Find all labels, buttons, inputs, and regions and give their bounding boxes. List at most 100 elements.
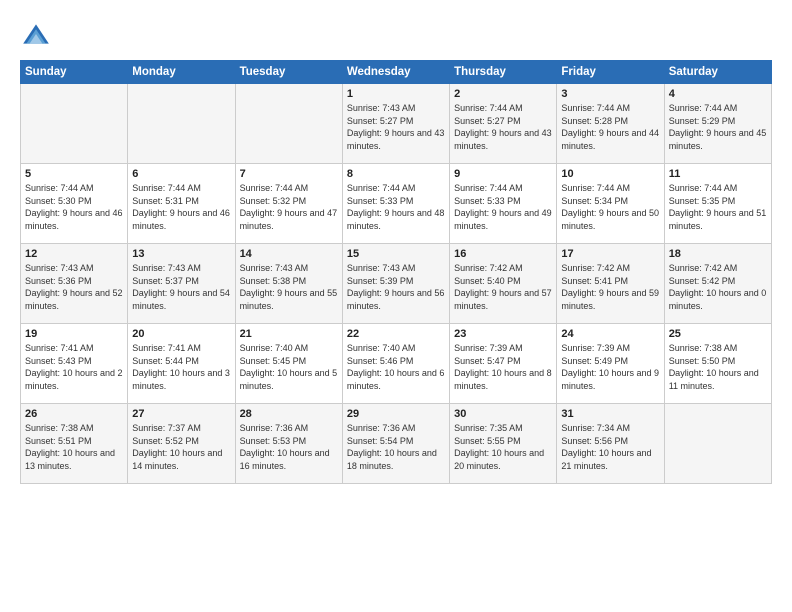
- day-info: Sunrise: 7:38 AM Sunset: 5:51 PM Dayligh…: [25, 422, 123, 472]
- day-number: 14: [240, 248, 338, 260]
- day-number: 11: [669, 168, 767, 180]
- day-number: 1: [347, 88, 445, 100]
- day-number: 23: [454, 328, 552, 340]
- day-info: Sunrise: 7:42 AM Sunset: 5:40 PM Dayligh…: [454, 262, 552, 312]
- day-cell: 9 Sunrise: 7:44 AM Sunset: 5:33 PM Daylig…: [450, 164, 557, 244]
- week-row-1: 1 Sunrise: 7:43 AM Sunset: 5:27 PM Daylig…: [21, 84, 772, 164]
- day-number: 8: [347, 168, 445, 180]
- day-cell: 20 Sunrise: 7:41 AM Sunset: 5:44 PM Dayli…: [128, 324, 235, 404]
- day-cell: 3 Sunrise: 7:44 AM Sunset: 5:28 PM Daylig…: [557, 84, 664, 164]
- day-info: Sunrise: 7:43 AM Sunset: 5:27 PM Dayligh…: [347, 102, 445, 152]
- day-number: 26: [25, 408, 123, 420]
- weekday-header-row: SundayMondayTuesdayWednesdayThursdayFrid…: [21, 61, 772, 84]
- logo: [20, 18, 56, 50]
- day-info: Sunrise: 7:43 AM Sunset: 5:36 PM Dayligh…: [25, 262, 123, 312]
- day-info: Sunrise: 7:35 AM Sunset: 5:55 PM Dayligh…: [454, 422, 552, 472]
- day-cell: 28 Sunrise: 7:36 AM Sunset: 5:53 PM Dayli…: [235, 404, 342, 484]
- day-info: Sunrise: 7:37 AM Sunset: 5:52 PM Dayligh…: [132, 422, 230, 472]
- day-number: 28: [240, 408, 338, 420]
- day-info: Sunrise: 7:44 AM Sunset: 5:35 PM Dayligh…: [669, 182, 767, 232]
- day-info: Sunrise: 7:43 AM Sunset: 5:39 PM Dayligh…: [347, 262, 445, 312]
- day-info: Sunrise: 7:38 AM Sunset: 5:50 PM Dayligh…: [669, 342, 767, 392]
- header: [20, 18, 772, 50]
- day-number: 16: [454, 248, 552, 260]
- day-info: Sunrise: 7:36 AM Sunset: 5:53 PM Dayligh…: [240, 422, 338, 472]
- day-number: 22: [347, 328, 445, 340]
- day-info: Sunrise: 7:44 AM Sunset: 5:28 PM Dayligh…: [561, 102, 659, 152]
- day-cell: 23 Sunrise: 7:39 AM Sunset: 5:47 PM Dayli…: [450, 324, 557, 404]
- weekday-header-thursday: Thursday: [450, 61, 557, 84]
- day-number: 3: [561, 88, 659, 100]
- day-cell: 5Sunrise: 7:44 AM Sunset: 5:30 PM Daylig…: [21, 164, 128, 244]
- day-number: 18: [669, 248, 767, 260]
- day-cell: 1 Sunrise: 7:43 AM Sunset: 5:27 PM Daylig…: [342, 84, 449, 164]
- day-cell: 21Sunrise: 7:40 AM Sunset: 5:45 PM Dayli…: [235, 324, 342, 404]
- day-cell: 22 Sunrise: 7:40 AM Sunset: 5:46 PM Dayli…: [342, 324, 449, 404]
- day-cell: 12 Sunrise: 7:43 AM Sunset: 5:36 PM Dayli…: [21, 244, 128, 324]
- day-cell: 14 Sunrise: 7:43 AM Sunset: 5:38 PM Dayli…: [235, 244, 342, 324]
- day-info: Sunrise: 7:44 AM Sunset: 5:31 PM Dayligh…: [132, 182, 230, 232]
- day-info: Sunrise: 7:41 AM Sunset: 5:43 PM Dayligh…: [25, 342, 123, 392]
- day-cell: [664, 404, 771, 484]
- day-number: 29: [347, 408, 445, 420]
- week-row-3: 12 Sunrise: 7:43 AM Sunset: 5:36 PM Dayli…: [21, 244, 772, 324]
- day-cell: [21, 84, 128, 164]
- day-cell: 17Sunrise: 7:42 AM Sunset: 5:41 PM Dayli…: [557, 244, 664, 324]
- weekday-header-friday: Friday: [557, 61, 664, 84]
- day-cell: 25 Sunrise: 7:38 AM Sunset: 5:50 PM Dayli…: [664, 324, 771, 404]
- day-info: Sunrise: 7:44 AM Sunset: 5:30 PM Dayligh…: [25, 182, 123, 232]
- day-cell: 7 Sunrise: 7:44 AM Sunset: 5:32 PM Daylig…: [235, 164, 342, 244]
- day-cell: 16 Sunrise: 7:42 AM Sunset: 5:40 PM Dayli…: [450, 244, 557, 324]
- day-info: Sunrise: 7:34 AM Sunset: 5:56 PM Dayligh…: [561, 422, 659, 472]
- week-row-4: 19Sunrise: 7:41 AM Sunset: 5:43 PM Dayli…: [21, 324, 772, 404]
- day-cell: 31 Sunrise: 7:34 AM Sunset: 5:56 PM Dayli…: [557, 404, 664, 484]
- day-info: Sunrise: 7:43 AM Sunset: 5:38 PM Dayligh…: [240, 262, 338, 312]
- week-row-2: 5Sunrise: 7:44 AM Sunset: 5:30 PM Daylig…: [21, 164, 772, 244]
- day-info: Sunrise: 7:41 AM Sunset: 5:44 PM Dayligh…: [132, 342, 230, 392]
- day-info: Sunrise: 7:42 AM Sunset: 5:42 PM Dayligh…: [669, 262, 767, 312]
- day-cell: 13 Sunrise: 7:43 AM Sunset: 5:37 PM Dayli…: [128, 244, 235, 324]
- day-info: Sunrise: 7:44 AM Sunset: 5:34 PM Dayligh…: [561, 182, 659, 232]
- day-info: Sunrise: 7:43 AM Sunset: 5:37 PM Dayligh…: [132, 262, 230, 312]
- day-number: 30: [454, 408, 552, 420]
- day-number: 4: [669, 88, 767, 100]
- weekday-header-monday: Monday: [128, 61, 235, 84]
- day-number: 20: [132, 328, 230, 340]
- weekday-header-sunday: Sunday: [21, 61, 128, 84]
- day-cell: 10 Sunrise: 7:44 AM Sunset: 5:34 PM Dayli…: [557, 164, 664, 244]
- day-number: 25: [669, 328, 767, 340]
- day-number: 12: [25, 248, 123, 260]
- day-info: Sunrise: 7:39 AM Sunset: 5:49 PM Dayligh…: [561, 342, 659, 392]
- day-number: 24: [561, 328, 659, 340]
- day-info: Sunrise: 7:44 AM Sunset: 5:33 PM Dayligh…: [454, 182, 552, 232]
- day-cell: 29Sunrise: 7:36 AM Sunset: 5:54 PM Dayli…: [342, 404, 449, 484]
- day-cell: 8Sunrise: 7:44 AM Sunset: 5:33 PM Daylig…: [342, 164, 449, 244]
- day-info: Sunrise: 7:44 AM Sunset: 5:32 PM Dayligh…: [240, 182, 338, 232]
- day-info: Sunrise: 7:40 AM Sunset: 5:46 PM Dayligh…: [347, 342, 445, 392]
- day-info: Sunrise: 7:42 AM Sunset: 5:41 PM Dayligh…: [561, 262, 659, 312]
- day-cell: [235, 84, 342, 164]
- day-number: 27: [132, 408, 230, 420]
- day-cell: 6Sunrise: 7:44 AM Sunset: 5:31 PM Daylig…: [128, 164, 235, 244]
- weekday-header-wednesday: Wednesday: [342, 61, 449, 84]
- day-number: 2: [454, 88, 552, 100]
- calendar-page: SundayMondayTuesdayWednesdayThursdayFrid…: [0, 0, 792, 502]
- day-number: 9: [454, 168, 552, 180]
- day-info: Sunrise: 7:44 AM Sunset: 5:27 PM Dayligh…: [454, 102, 552, 152]
- day-info: Sunrise: 7:44 AM Sunset: 5:29 PM Dayligh…: [669, 102, 767, 152]
- day-number: 15: [347, 248, 445, 260]
- day-number: 10: [561, 168, 659, 180]
- day-cell: 24 Sunrise: 7:39 AM Sunset: 5:49 PM Dayli…: [557, 324, 664, 404]
- day-info: Sunrise: 7:39 AM Sunset: 5:47 PM Dayligh…: [454, 342, 552, 392]
- day-info: Sunrise: 7:40 AM Sunset: 5:45 PM Dayligh…: [240, 342, 338, 392]
- day-cell: 26 Sunrise: 7:38 AM Sunset: 5:51 PM Dayli…: [21, 404, 128, 484]
- day-number: 7: [240, 168, 338, 180]
- day-cell: 2 Sunrise: 7:44 AM Sunset: 5:27 PM Daylig…: [450, 84, 557, 164]
- day-cell: 11 Sunrise: 7:44 AM Sunset: 5:35 PM Dayli…: [664, 164, 771, 244]
- day-number: 13: [132, 248, 230, 260]
- day-cell: 4 Sunrise: 7:44 AM Sunset: 5:29 PM Daylig…: [664, 84, 771, 164]
- day-number: 31: [561, 408, 659, 420]
- logo-icon: [20, 18, 52, 50]
- day-cell: 30 Sunrise: 7:35 AM Sunset: 5:55 PM Dayli…: [450, 404, 557, 484]
- day-cell: 19Sunrise: 7:41 AM Sunset: 5:43 PM Dayli…: [21, 324, 128, 404]
